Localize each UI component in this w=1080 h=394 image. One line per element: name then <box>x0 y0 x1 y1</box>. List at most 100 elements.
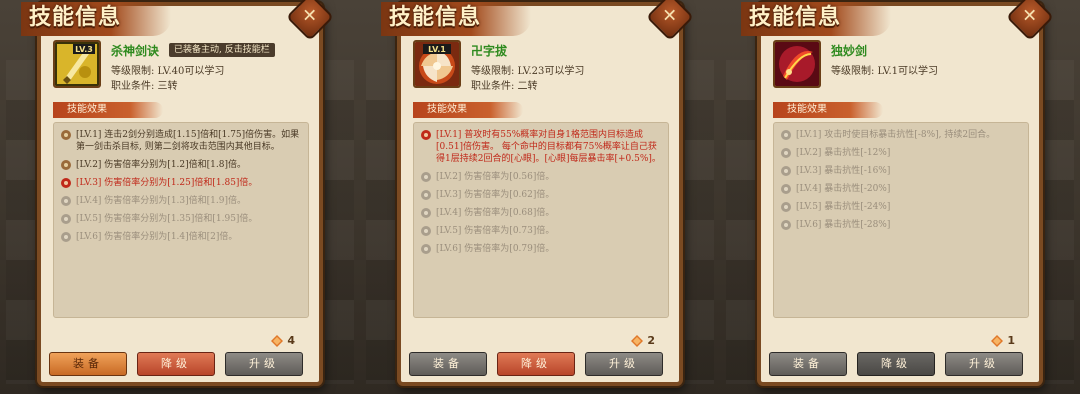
upgrade-cost: 2 <box>631 334 655 347</box>
class-requirement: 职业条件: 二转 <box>471 81 538 92</box>
effect-text: [LV.2] 伤害倍率分别为[1.2]倍和[1.8]倍。 <box>76 160 246 170</box>
effect-text: [LV.4] 暴击抗性[-20%] <box>796 184 891 194</box>
effect-row: [LV.3] 伤害倍率为[0.62]倍。 <box>420 189 662 201</box>
equip-button[interactable]: 装备 <box>409 352 487 376</box>
skill-info-panel: 技能信息 ✕ LV.1 卍字拔 等级限制: LV.23可以学习 职业条件: 二转… <box>381 0 695 386</box>
effect-text: [LV.5] 暴击抗性[-24%] <box>796 202 891 212</box>
bullet-icon <box>781 220 791 230</box>
title-band: 技能信息 <box>21 2 171 36</box>
bullet-icon <box>421 244 431 254</box>
effects-list: [LV.1] 普攻时有55%概率对自身1格范围内目标造成[0.51]倍伤害。 每… <box>413 122 669 318</box>
effects-header-label: 技能效果 <box>787 104 827 115</box>
bullet-icon <box>781 184 791 194</box>
effect-text: [LV.4] 伤害倍率为[0.68]倍。 <box>436 208 555 218</box>
panel-title: 技能信息 <box>29 4 122 30</box>
upgrade-cost: 4 <box>271 334 295 347</box>
effect-text: [LV.4] 伤害倍率分别为[1.3]倍和[1.9]倍。 <box>76 196 246 206</box>
effect-text: [LV.6] 暴击抗性[-28%] <box>796 220 891 230</box>
effect-row: [LV.6] 暴击抗性[-28%] <box>780 219 1022 231</box>
upgrade-button[interactable]: 升级 <box>945 352 1023 376</box>
bullet-icon <box>421 190 431 200</box>
equipped-tag: 已装备主动, 反击技能栏 <box>169 43 275 57</box>
effects-header-label: 技能效果 <box>67 104 107 115</box>
upgrade-cost: 1 <box>991 334 1015 347</box>
effect-row: [LV.4] 暴击抗性[-20%] <box>780 183 1022 195</box>
bullet-icon <box>421 208 431 218</box>
effect-row: [LV.4] 伤害倍率分别为[1.3]倍和[1.9]倍。 <box>60 195 302 207</box>
effect-text: [LV.6] 伤害倍率分别为[1.4]倍和[2]倍。 <box>76 232 238 242</box>
skill-info-panel: 技能信息 ✕ LV.3 杀神剑诀 已装备主动, 反击技能栏 等级限制: LV.4… <box>21 0 335 386</box>
close-icon: ✕ <box>662 6 678 28</box>
bullet-icon <box>61 196 71 206</box>
effect-text: [LV.5] 伤害倍率为[0.73]倍。 <box>436 226 555 236</box>
cost-value: 4 <box>287 334 295 347</box>
effects-header: 技能效果 <box>413 102 523 118</box>
effect-row: [LV.4] 伤害倍率为[0.68]倍。 <box>420 207 662 219</box>
skill-point-gem-icon <box>271 334 284 347</box>
upgrade-button[interactable]: 升级 <box>585 352 663 376</box>
sword-skill-icon[interactable]: LV.3 <box>53 40 101 88</box>
downgrade-button[interactable]: 降级 <box>857 352 935 376</box>
skill-name: 卍字拔 <box>471 44 508 58</box>
downgrade-button[interactable]: 降级 <box>137 352 215 376</box>
vortex-skill-icon[interactable]: LV.1 <box>413 40 461 88</box>
effect-text: [LV.1] 连击2剑分别造成[1.15]倍和[1.75]倍伤害。如果第一剑击杀… <box>76 130 300 152</box>
title-band: 技能信息 <box>381 2 531 36</box>
skill-point-gem-icon <box>631 334 644 347</box>
effect-text: [LV.2] 伤害倍率为[0.56]倍。 <box>436 172 555 182</box>
skill-name: 杀神剑诀 <box>111 44 160 58</box>
level-requirement: 等级限制: LV.40可以学习 <box>111 66 225 77</box>
level-badge: LV.3 <box>75 45 93 54</box>
equip-button[interactable]: 装备 <box>49 352 127 376</box>
effects-header-label: 技能效果 <box>427 104 467 115</box>
effect-text: [LV.3] 伤害倍率分别为[1.25]倍和[1.85]倍。 <box>76 178 258 188</box>
upgrade-button[interactable]: 升级 <box>225 352 303 376</box>
effect-row: [LV.6] 伤害倍率为[0.79]倍。 <box>420 243 662 255</box>
effect-row: [LV.1] 连击2剑分别造成[1.15]倍和[1.75]倍伤害。如果第一剑击杀… <box>60 129 302 153</box>
bullet-icon <box>61 130 71 140</box>
effects-list: [LV.1] 攻击时使目标暴击抗性[-8%], 持续2回合。 [LV.2] 暴击… <box>773 122 1029 318</box>
bullet-icon <box>61 214 71 224</box>
cost-value: 2 <box>647 334 655 347</box>
effect-text: [LV.3] 暴击抗性[-16%] <box>796 166 891 176</box>
level-requirement: 等级限制: LV.23可以学习 <box>471 66 585 77</box>
close-icon: ✕ <box>302 6 318 28</box>
effect-row: [LV.2] 伤害倍率分别为[1.2]倍和[1.8]倍。 <box>60 159 302 171</box>
title-band: 技能信息 <box>741 2 891 36</box>
bullet-icon <box>61 232 71 242</box>
panel-title: 技能信息 <box>749 4 842 30</box>
effect-row: [LV.3] 伤害倍率分别为[1.25]倍和[1.85]倍。 <box>60 177 302 189</box>
effect-row: [LV.6] 伤害倍率分别为[1.4]倍和[2]倍。 <box>60 231 302 243</box>
skill-point-gem-icon <box>991 334 1004 347</box>
effect-row: [LV.5] 伤害倍率为[0.73]倍。 <box>420 225 662 237</box>
cost-value: 1 <box>1007 334 1015 347</box>
downgrade-button[interactable]: 降级 <box>497 352 575 376</box>
class-requirement: 职业条件: 三转 <box>111 81 178 92</box>
effect-row: [LV.3] 暴击抗性[-16%] <box>780 165 1022 177</box>
effect-row: [LV.2] 伤害倍率为[0.56]倍。 <box>420 171 662 183</box>
bullet-icon <box>421 172 431 182</box>
bullet-icon <box>781 202 791 212</box>
effect-text: [LV.6] 伤害倍率为[0.79]倍。 <box>436 244 555 254</box>
level-requirement: 等级限制: LV.1可以学习 <box>831 66 939 77</box>
effects-header: 技能效果 <box>773 102 883 118</box>
slash-skill-icon[interactable] <box>773 40 821 88</box>
panel-title: 技能信息 <box>389 4 482 30</box>
effect-text: [LV.3] 伤害倍率为[0.62]倍。 <box>436 190 555 200</box>
bullet-icon <box>61 178 71 188</box>
effect-text: [LV.5] 伤害倍率分别为[1.35]倍和[1.95]倍。 <box>76 214 258 224</box>
bullet-icon <box>421 130 431 140</box>
bullet-icon <box>781 148 791 158</box>
bullet-icon <box>781 130 791 140</box>
equip-button[interactable]: 装备 <box>769 352 847 376</box>
effects-list: [LV.1] 连击2剑分别造成[1.15]倍和[1.75]倍伤害。如果第一剑击杀… <box>53 122 309 318</box>
effects-header: 技能效果 <box>53 102 163 118</box>
close-icon: ✕ <box>1022 6 1038 28</box>
level-badge: LV.1 <box>428 45 446 54</box>
bullet-icon <box>781 166 791 176</box>
effect-row: [LV.5] 伤害倍率分别为[1.35]倍和[1.95]倍。 <box>60 213 302 225</box>
effect-text: [LV.1] 普攻时有55%概率对自身1格范围内目标造成[0.51]倍伤害。 每… <box>436 130 661 164</box>
skill-info-panel: 技能信息 ✕ 独妙剑 等级限制: LV.1可以学习 技能效果 [LV.1] 攻击… <box>741 0 1055 386</box>
effect-text: [LV.1] 攻击时使目标暴击抗性[-8%], 持续2回合。 <box>796 130 996 140</box>
effect-row: [LV.2] 暴击抗性[-12%] <box>780 147 1022 159</box>
